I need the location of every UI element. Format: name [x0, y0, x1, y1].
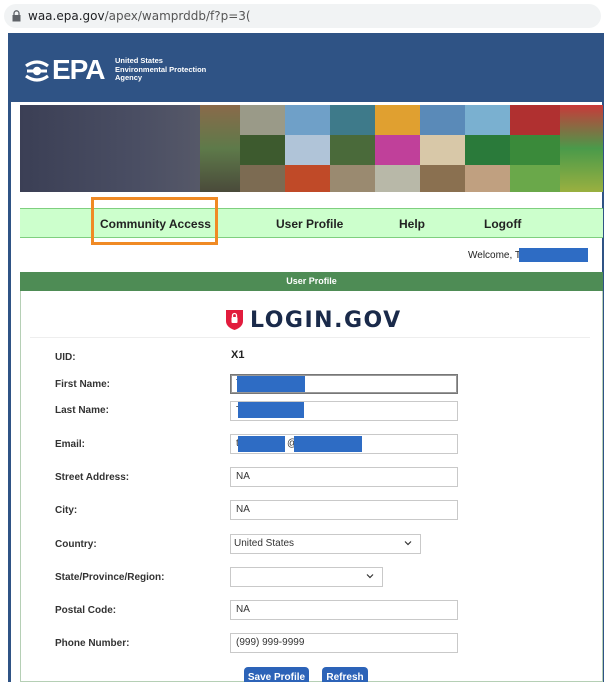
last-name-label: Last Name: [55, 405, 109, 416]
url-text[interactable]: waa.epa.gov/apex/wamprddb/f?p=3( [28, 9, 251, 23]
country-label: Country: [55, 539, 97, 550]
redaction-email-domain [294, 436, 362, 452]
state-label: State/Province/Region: [55, 572, 165, 583]
photo-banner [20, 105, 603, 192]
street-address-field[interactable]: NA [230, 467, 458, 487]
redaction-email-user [238, 436, 285, 452]
nav-help[interactable]: Help [399, 217, 425, 231]
redaction-welcome-name [519, 248, 588, 262]
refresh-button[interactable]: Refresh [322, 667, 368, 682]
nav-user-profile[interactable]: User Profile [276, 217, 343, 231]
save-profile-button[interactable]: Save Profile [244, 667, 309, 682]
nav-logoff[interactable]: Logoff [484, 217, 521, 231]
phone-number-label: Phone Number: [55, 638, 130, 649]
country-select[interactable]: United States [230, 534, 421, 554]
login-gov-shield-icon [226, 310, 243, 330]
panel-title: User Profile [20, 272, 603, 291]
redaction-first-name [237, 376, 305, 392]
agency-name: United States Environmental Protection A… [115, 56, 206, 83]
epa-flower-logo-icon [25, 60, 49, 82]
postal-code-label: Postal Code: [55, 605, 117, 616]
redaction-last-name [238, 402, 304, 418]
epa-logo-text: EPA [52, 54, 105, 85]
phone-number-field[interactable]: (999) 999-9999 [230, 633, 458, 653]
url-domain: waa.epa.gov [28, 9, 105, 23]
url-path: /apex/wamprddb/f?p=3( [104, 9, 251, 23]
email-label: Email: [55, 439, 86, 450]
browser-address-bar: waa.epa.gov/apex/wamprddb/f?p=3( [0, 0, 605, 33]
highlight-annotation [91, 197, 218, 245]
chevron-down-icon [366, 574, 374, 579]
postal-code-field[interactable]: NA [230, 600, 458, 620]
lock-icon [12, 10, 21, 22]
login-gov-brand: LOGIN.GOV [250, 308, 402, 333]
first-name-label: First Name: [55, 379, 111, 390]
city-field[interactable]: NA [230, 500, 458, 520]
welcome-text: Welcome, T [468, 250, 521, 261]
state-select[interactable] [230, 567, 383, 587]
city-label: City: [55, 505, 78, 516]
street-address-label: Street Address: [55, 472, 130, 483]
country-value: United States [234, 538, 295, 549]
page: waa.epa.gov/apex/wamprddb/f?p=3( EPA Uni… [0, 0, 605, 682]
chevron-down-icon [404, 541, 412, 546]
uid-value: X1 [231, 349, 245, 361]
uid-label: UID: [55, 352, 76, 363]
agency-line-3: Agency [115, 73, 143, 82]
